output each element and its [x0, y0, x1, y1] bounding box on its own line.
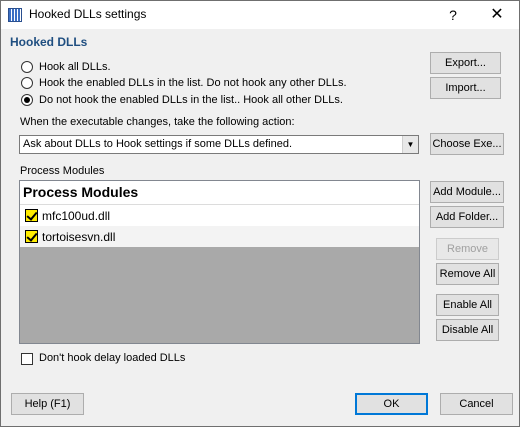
dialog-window: Hooked DLLs settings ? ✕ Hooked DLLs Hoo…: [0, 0, 520, 427]
disable-all-button[interactable]: Disable All: [436, 319, 499, 341]
radio-label: Do not hook the enabled DLLs in the list…: [39, 94, 343, 106]
radio-button[interactable]: [21, 61, 33, 73]
choose-exe-button[interactable]: Choose Exe...: [430, 133, 504, 155]
help-button[interactable]: Help (F1): [11, 393, 84, 415]
exe-change-dropdown[interactable]: Ask about DLLs to Hook settings if some …: [19, 135, 419, 154]
list-header[interactable]: Process Modules: [20, 181, 419, 205]
module-name: mfc100ud.dll: [42, 208, 111, 223]
ok-button[interactable]: OK: [355, 393, 428, 415]
radio-label: Hook the enabled DLLs in the list. Do no…: [39, 77, 347, 89]
cancel-button[interactable]: Cancel: [440, 393, 513, 415]
radio-do-not-hook-enabled[interactable]: Do not hook the enabled DLLs in the list…: [21, 92, 343, 108]
app-icon: [8, 8, 22, 22]
radio-button[interactable]: [21, 77, 33, 89]
import-button[interactable]: Import...: [430, 77, 501, 99]
add-module-button[interactable]: Add Module...: [430, 181, 504, 203]
enable-all-button[interactable]: Enable All: [436, 294, 499, 316]
process-modules-list[interactable]: Process Modules mfc100ud.dll tortoisesvn…: [19, 180, 420, 344]
delay-loaded-label: Don't hook delay loaded DLLs: [39, 352, 186, 364]
check-icon[interactable]: [25, 209, 38, 222]
dropdown-value: Ask about DLLs to Hook settings if some …: [23, 138, 293, 150]
check-icon[interactable]: [25, 230, 38, 243]
delay-loaded-checkbox[interactable]: [21, 353, 33, 365]
remove-button[interactable]: Remove: [436, 238, 499, 260]
radio-hook-enabled[interactable]: Hook the enabled DLLs in the list. Do no…: [21, 75, 347, 91]
section-title: Hooked DLLs: [10, 35, 88, 49]
add-folder-button[interactable]: Add Folder...: [430, 206, 504, 228]
title-bar[interactable]: Hooked DLLs settings ? ✕: [1, 1, 519, 29]
help-title-button[interactable]: ?: [439, 3, 467, 27]
chevron-down-icon[interactable]: ▼: [402, 136, 418, 153]
remove-all-button[interactable]: Remove All: [436, 263, 499, 285]
export-button[interactable]: Export...: [430, 52, 501, 74]
list-item[interactable]: mfc100ud.dll: [20, 205, 419, 226]
column-header: Process Modules: [23, 184, 139, 200]
radio-label: Hook all DLLs.: [39, 61, 111, 73]
exe-change-label: When the executable changes, take the fo…: [20, 116, 295, 128]
list-item[interactable]: tortoisesvn.dll: [20, 226, 419, 247]
radio-button[interactable]: [21, 94, 33, 106]
window-title: Hooked DLLs settings: [29, 7, 147, 21]
module-name: tortoisesvn.dll: [42, 229, 116, 244]
radio-hook-all[interactable]: Hook all DLLs.: [21, 59, 111, 75]
close-button[interactable]: ✕: [479, 3, 515, 27]
process-modules-label: Process Modules: [20, 165, 105, 177]
